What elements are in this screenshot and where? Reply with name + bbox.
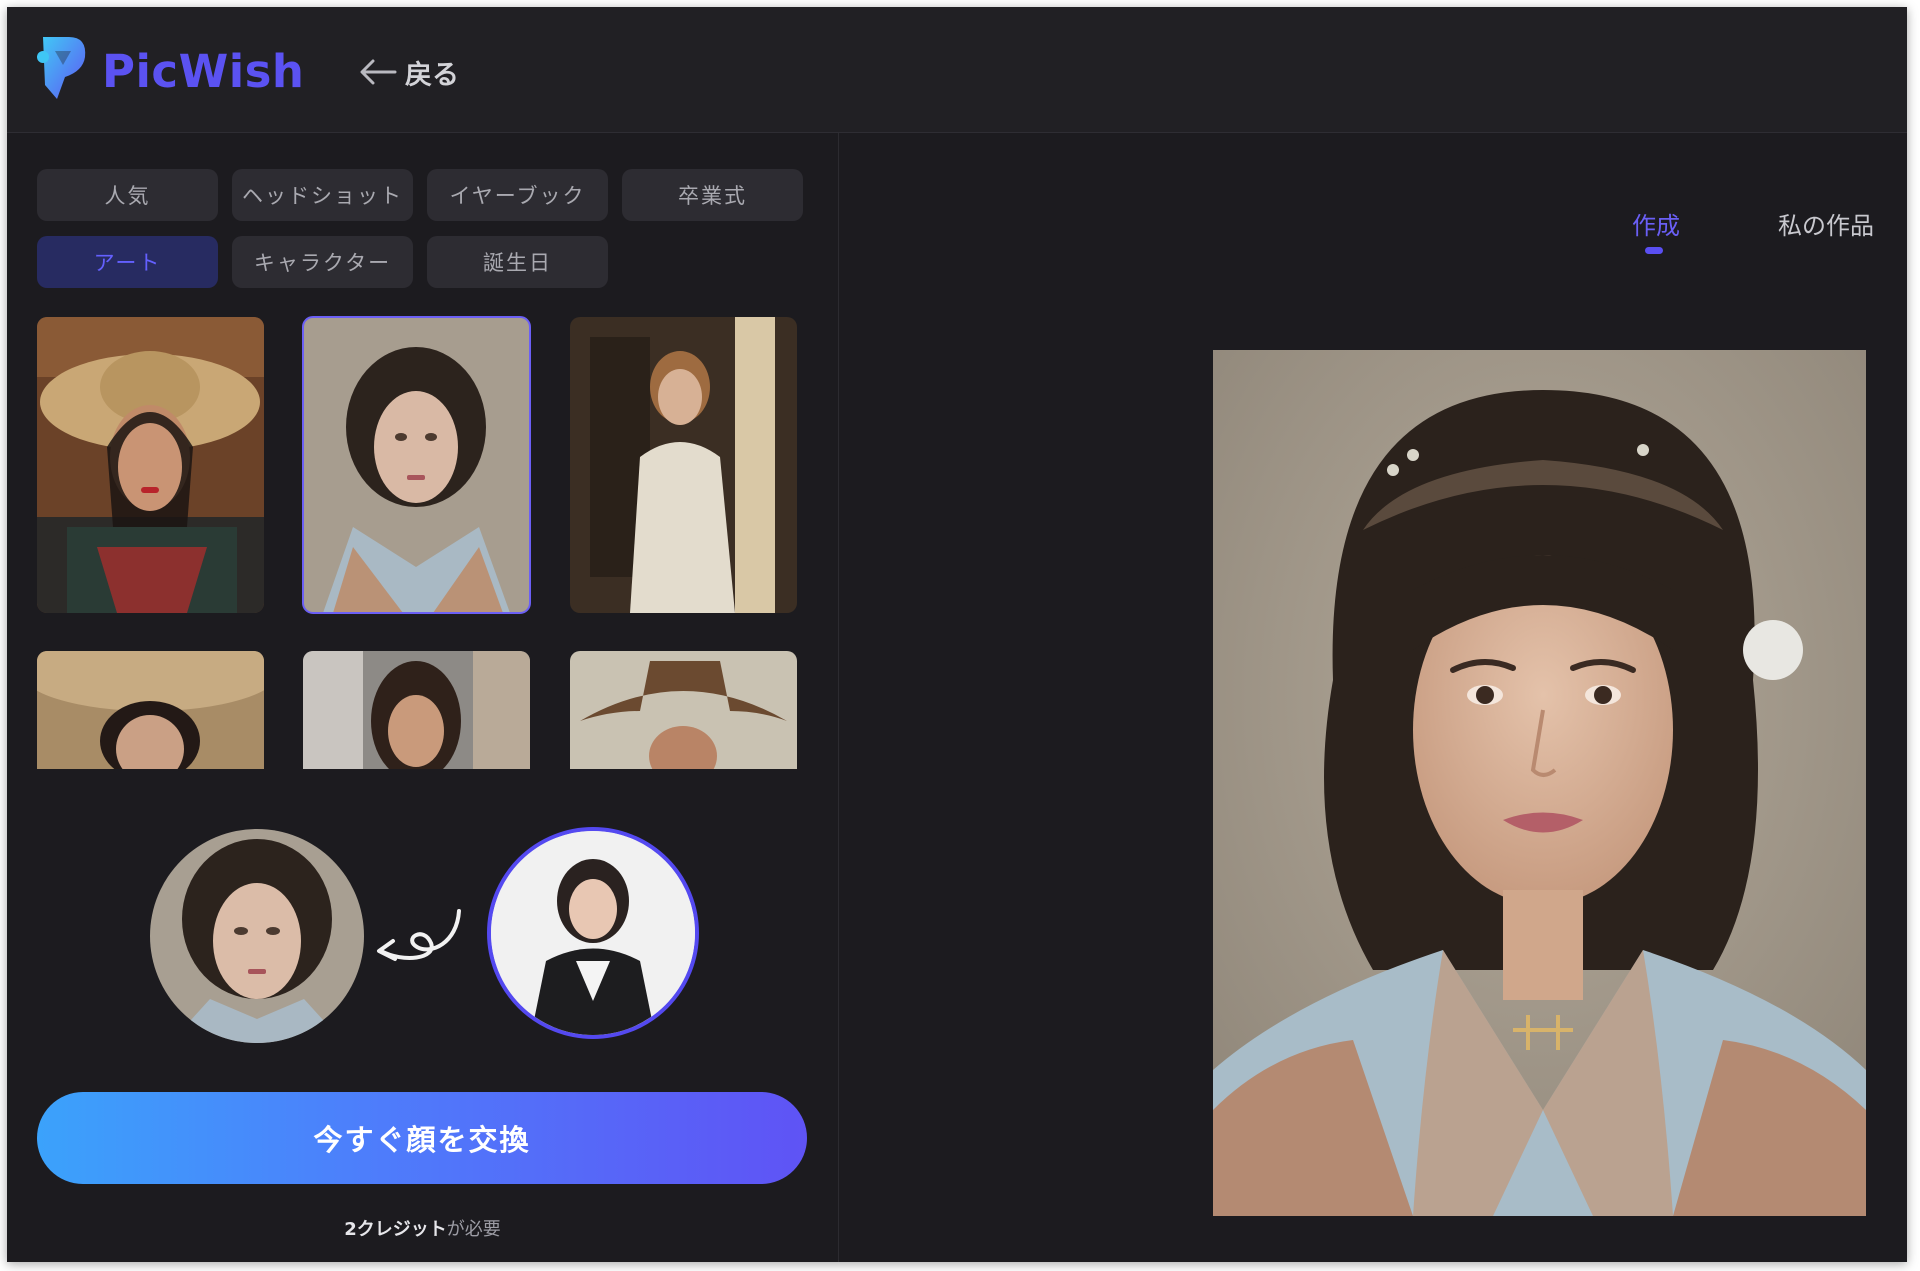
arrow-left-icon — [360, 59, 397, 85]
long-hair-woman-image — [303, 651, 530, 769]
vintage-dress-woman-image — [570, 317, 797, 613]
category-tab-graduation[interactable]: 卒業式 — [622, 169, 803, 221]
template-thumb-vintage-dress-woman[interactable] — [570, 317, 797, 613]
template-face-image — [150, 829, 364, 1043]
category-tab-art[interactable]: アート — [37, 236, 218, 288]
app-window: PicWish 戻る 人気 ヘッドショット イヤーブック 卒業式 アート キャラ… — [7, 7, 1907, 1262]
curly-arrow-left-icon — [377, 909, 461, 961]
uploaded-face-image — [491, 831, 695, 1035]
tab-my-works[interactable]: 私の作品 — [1778, 206, 1874, 241]
back-label: 戻る — [405, 59, 459, 91]
template-thumb-sombrero-woman[interactable] — [37, 317, 264, 613]
sombrero-woman-image — [37, 317, 264, 613]
category-tab-character[interactable]: キャラクター — [232, 236, 413, 288]
straw-hat-woman-image — [37, 651, 264, 769]
category-tab-popular[interactable]: 人気 — [37, 169, 218, 221]
active-tab-indicator — [1645, 247, 1663, 254]
template-thumb-long-hair-woman[interactable] — [303, 651, 530, 769]
template-thumb-straw-hat-woman[interactable] — [37, 651, 264, 769]
back-button[interactable]: 戻る — [357, 52, 459, 92]
template-thumb-kimono-woman[interactable] — [302, 316, 531, 614]
cowboy-man-image — [570, 651, 797, 769]
tab-create[interactable]: 作成 — [1632, 206, 1680, 241]
template-thumb-cowboy-man[interactable] — [570, 651, 797, 769]
uploaded-face-thumbnail[interactable] — [487, 827, 699, 1039]
kimono-portrait-result — [1213, 350, 1866, 1216]
category-tab-birthday[interactable]: 誕生日 — [427, 236, 608, 288]
swap-face-now-button[interactable]: 今すぐ顔を交換 — [37, 1092, 807, 1184]
kimono-woman-image — [303, 317, 530, 613]
top-bar: PicWish 戻る — [7, 7, 1907, 133]
credits-suffix: が必要 — [446, 1219, 501, 1240]
category-tab-headshot[interactable]: ヘッドショット — [232, 169, 413, 221]
credits-amount: 2クレジット — [344, 1219, 447, 1240]
brand-name[interactable]: PicWish — [102, 45, 304, 98]
result-preview-image — [1213, 350, 1866, 1216]
template-panel: 人気 ヘッドショット イヤーブック 卒業式 アート キャラクター 誕生日 今すぐ… — [7, 133, 839, 1262]
picwish-logo-icon — [37, 37, 86, 99]
category-tab-yearbook[interactable]: イヤーブック — [427, 169, 608, 221]
template-face-thumbnail — [150, 829, 364, 1043]
credits-required-note: 2クレジットが必要 — [7, 1215, 838, 1241]
